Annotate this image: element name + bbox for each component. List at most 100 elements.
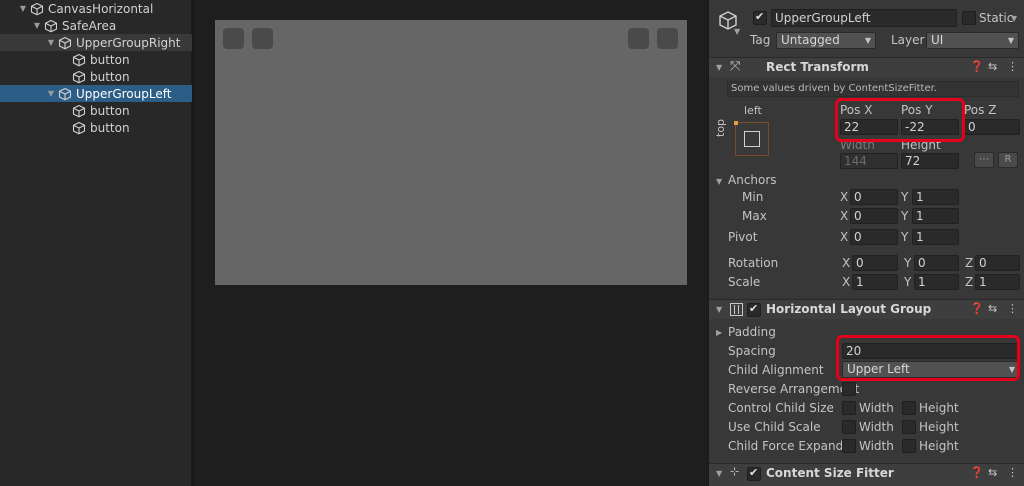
use-child-scale-width-checkbox[interactable] <box>842 420 856 434</box>
child-force-expand-height-checkbox[interactable] <box>902 439 916 453</box>
more-options-icon[interactable]: ⋮ <box>1007 302 1018 315</box>
static-dropdown-arrow-icon[interactable]: ▼ <box>1011 14 1017 23</box>
help-icon[interactable]: ❓ <box>970 60 984 73</box>
hierarchy-item[interactable]: button <box>0 102 192 119</box>
hierarchy-item[interactable]: ▼ SafeArea <box>0 17 192 34</box>
control-child-size-height-checkbox[interactable] <box>902 401 916 415</box>
highlight-position-box <box>835 98 965 142</box>
scale-y-input[interactable]: 1 <box>914 274 959 290</box>
control-child-size-width-label: Width <box>859 401 894 415</box>
content-size-fitter-enabled-checkbox[interactable] <box>747 466 761 481</box>
scene-button-right-1[interactable] <box>628 28 649 49</box>
padding-foldout-icon[interactable]: ▶ <box>716 328 722 337</box>
rotation-y-input[interactable]: 0 <box>914 255 959 271</box>
hierarchy-item[interactable]: ▼ CanvasHorizontal <box>0 0 192 17</box>
layout-divider-icon <box>738 305 739 314</box>
presets-icon[interactable]: ⇆ <box>988 302 997 315</box>
rect-transform-header[interactable]: ▼ ⤧ Rect Transform ❓ ⇆ ⋮ <box>709 57 1024 77</box>
rot-z-axis: Z <box>965 256 974 270</box>
hierarchy-item-label: SafeArea <box>62 18 117 33</box>
horizontal-layout-enabled-checkbox[interactable] <box>747 302 761 317</box>
anchor-rect-icon <box>744 131 760 147</box>
pivot-y-axis: Y <box>901 230 909 244</box>
foldout-arrow-icon[interactable]: ▼ <box>32 21 42 31</box>
use-child-scale-width-label: Width <box>859 420 894 434</box>
anchor-min-label: Min <box>742 190 764 204</box>
hierarchy-item-label: button <box>90 103 130 118</box>
gameobject-cube-icon <box>44 19 58 33</box>
rect-transform-icon: ⤧ <box>730 59 741 74</box>
content-size-fitter-title: Content Size Fitter <box>766 466 894 480</box>
anchor-max-x-input[interactable]: 0 <box>850 208 898 224</box>
help-icon[interactable]: ❓ <box>970 466 984 479</box>
child-force-expand-label: Child Force Expand <box>728 439 844 453</box>
hierarchy-item[interactable]: button <box>0 68 192 85</box>
layer-value: UI <box>931 33 944 47</box>
tag-dropdown[interactable]: Untagged ▼ <box>776 32 876 49</box>
icon-dropdown-arrow-icon[interactable]: ▼ <box>734 27 740 36</box>
rotation-z-input[interactable]: 0 <box>975 255 1020 271</box>
hierarchy-item[interactable]: ▼ UpperGroupLeft <box>0 85 192 102</box>
anchors-foldout-icon[interactable]: ▼ <box>716 177 722 186</box>
child-force-expand-width-checkbox[interactable] <box>842 439 856 453</box>
hierarchy-item[interactable]: button <box>0 119 192 136</box>
rot-y-axis: Y <box>904 256 912 270</box>
canvas-preview[interactable] <box>215 20 687 285</box>
pos-z-input[interactable]: 0 <box>964 119 1020 135</box>
foldout-arrow-icon[interactable]: ▼ <box>46 89 56 99</box>
scene-button-left-1[interactable] <box>223 28 244 49</box>
anchor-min-x-input[interactable]: 0 <box>850 189 898 205</box>
raw-edit-button[interactable]: R <box>998 152 1018 168</box>
pivot-x-input[interactable]: 0 <box>850 229 898 245</box>
anchor-dot-icon <box>734 121 738 125</box>
content-size-fitter-header[interactable]: ▼ ⊹ Content Size Fitter ❓ ⇆ ⋮ <box>709 463 1024 486</box>
gameobject-cube-icon <box>58 87 72 101</box>
width-input: 144 <box>840 153 898 169</box>
active-checkbox[interactable] <box>753 10 767 25</box>
layer-dropdown[interactable]: UI ▼ <box>926 32 1019 49</box>
foldout-arrow-icon[interactable]: ▼ <box>46 38 56 48</box>
scene-view[interactable] <box>195 0 708 486</box>
more-options-icon[interactable]: ⋮ <box>1007 466 1018 479</box>
pos-z-label: Pos Z <box>964 103 997 117</box>
scene-button-left-2[interactable] <box>252 28 273 49</box>
presets-icon[interactable]: ⇆ <box>988 466 997 479</box>
height-input[interactable]: 72 <box>901 153 959 169</box>
foldout-arrow-icon[interactable]: ▼ <box>18 4 28 14</box>
use-child-scale-label: Use Child Scale <box>728 420 821 434</box>
foldout-arrow-icon[interactable]: ▼ <box>716 305 722 314</box>
layer-label: Layer <box>891 33 925 47</box>
object-name-input[interactable]: UpperGroupLeft <box>771 9 957 27</box>
scale-z-input[interactable]: 1 <box>975 274 1020 290</box>
tag-label: Tag <box>750 33 771 47</box>
use-child-scale-height-checkbox[interactable] <box>902 420 916 434</box>
rot-x-axis: X <box>842 256 851 270</box>
min-x-axis: X <box>840 190 849 204</box>
blueprint-mode-button[interactable]: ⋯ <box>974 152 994 168</box>
foldout-arrow-icon[interactable]: ▼ <box>716 469 722 478</box>
more-options-icon[interactable]: ⋮ <box>1007 60 1018 73</box>
gameobject-cube-icon <box>72 104 86 118</box>
anchor-max-y-input[interactable]: 1 <box>912 208 959 224</box>
child-force-expand-width-label: Width <box>859 439 894 453</box>
hierarchy-item[interactable]: button <box>0 51 192 68</box>
pivot-y-input[interactable]: 1 <box>912 229 959 245</box>
scale-x-input[interactable]: 1 <box>852 274 898 290</box>
chevron-down-icon: ▼ <box>1007 36 1014 45</box>
reverse-arrangement-checkbox[interactable] <box>842 382 856 396</box>
help-icon[interactable]: ❓ <box>970 302 984 315</box>
chevron-down-icon: ▼ <box>864 36 871 45</box>
rotation-x-input[interactable]: 0 <box>852 255 898 271</box>
hierarchy-item[interactable]: ▼ UpperGroupRight <box>0 34 192 51</box>
static-checkbox[interactable] <box>962 11 976 25</box>
scale-z-axis: Z <box>965 275 974 289</box>
child-alignment-label: Child Alignment <box>728 363 824 377</box>
foldout-arrow-icon[interactable]: ▼ <box>716 63 722 72</box>
horizontal-layout-group-header[interactable]: ▼ Horizontal Layout Group ❓ ⇆ ⋮ <box>709 299 1024 319</box>
anchor-presets-button[interactable] <box>734 121 769 156</box>
control-child-size-width-checkbox[interactable] <box>842 401 856 415</box>
scale-y-axis: Y <box>904 275 912 289</box>
anchor-min-y-input[interactable]: 1 <box>912 189 959 205</box>
presets-icon[interactable]: ⇆ <box>988 60 997 73</box>
scene-button-right-2[interactable] <box>657 28 678 49</box>
